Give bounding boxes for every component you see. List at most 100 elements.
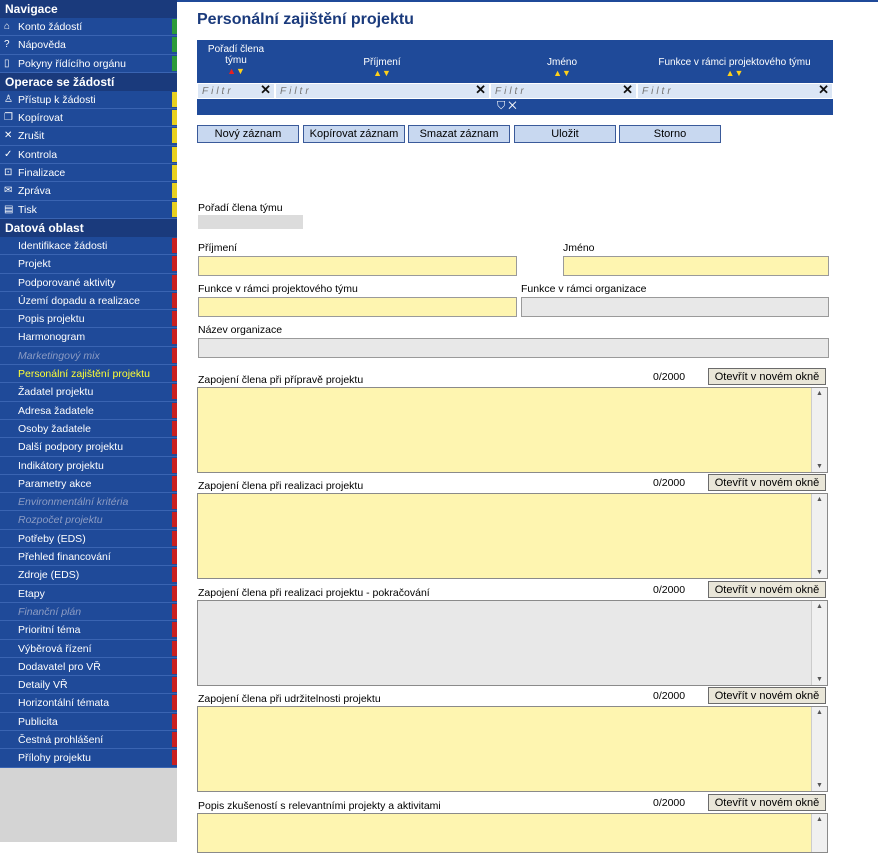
sidebar-item-label: Přístup k žádosti bbox=[18, 93, 96, 106]
sort-asc-icon[interactable]: ▲ bbox=[726, 68, 735, 78]
scroll-down-icon[interactable]: ▼ bbox=[816, 782, 823, 789]
data-list: Identifikace žádosti Projekt Podporované a… bbox=[0, 236, 177, 768]
clear-filter-icon[interactable]: ✕ bbox=[818, 82, 829, 98]
sidebar-item-kontrola[interactable]: ✓ Kontrola bbox=[0, 145, 177, 165]
home-icon: ⌂ bbox=[4, 21, 11, 32]
sidebar-item-personalni-zajisteni-projektu[interactable]: Personální zajištění projektu bbox=[0, 365, 177, 384]
sidebar-item-pokyny-ridiciho-organu[interactable]: ▯ Pokyny řídícího orgánu bbox=[0, 54, 177, 73]
sidebar-item-prilohy-projektu[interactable]: Přílohy projektu bbox=[0, 749, 177, 768]
textarea-zapojeni-clena-pri-realizaci-projektu[interactable]: ▲ ▼ bbox=[197, 493, 828, 579]
column-header-poradi[interactable]: Pořadí člena týmu ▲▼ bbox=[197, 44, 275, 77]
sidebar-item-uzemi-dopadu-a-realizace[interactable]: Území dopadu a realizace bbox=[0, 291, 177, 311]
sidebar-item-dodavatel-pro-vr[interactable]: Dodavatel pro VŘ bbox=[0, 657, 177, 677]
textarea-popis-zkusenosti-s-relevantnimi-projekty-a-aktivitami[interactable]: ▲ bbox=[197, 813, 828, 853]
clear-filter-icon[interactable]: ✕ bbox=[260, 82, 271, 98]
sidebar-item-potreby-eds[interactable]: Potřeby (EDS) bbox=[0, 529, 177, 549]
sidebar-item-podporovane-aktivity[interactable]: Podporované aktivity bbox=[0, 273, 177, 292]
clear-filter-icon[interactable]: ✕ bbox=[622, 82, 633, 98]
scroll-down-icon[interactable]: ▼ bbox=[816, 569, 823, 576]
sidebar-item-label: Finanční plán bbox=[18, 605, 82, 618]
sidebar: Navigace ⌂ Konto žádostí? Nápověda ▯ Pokyny … bbox=[0, 0, 177, 842]
sort-asc-icon[interactable]: ▲ bbox=[553, 68, 562, 78]
save-button[interactable]: Uložit bbox=[514, 125, 616, 143]
sidebar-item-label: Osoby žadatele bbox=[18, 422, 91, 435]
sidebar-item-identifikace-zadosti[interactable]: Identifikace žádosti bbox=[0, 236, 177, 256]
sidebar-item-harmonogram[interactable]: Harmonogram bbox=[0, 328, 177, 347]
filter-input[interactable] bbox=[493, 85, 622, 98]
sidebar-item-zdroje-eds[interactable]: Zdroje (EDS) bbox=[0, 566, 177, 585]
sidebar-item-indikatory-projektu[interactable]: Indikátory projektu bbox=[0, 456, 177, 475]
sidebar-item-zrusit[interactable]: ✕ Zrušit bbox=[0, 127, 177, 146]
open-in-new-window-button[interactable]: Otevřít v novém okně bbox=[708, 794, 826, 811]
clear-filter-icon[interactable]: ✕ bbox=[475, 82, 486, 98]
funkce-tym-input[interactable] bbox=[198, 297, 517, 317]
textarea-label: Zapojení člena při realizaci projektu - … bbox=[198, 587, 430, 599]
sidebar-item-label: Podporované aktivity bbox=[18, 276, 116, 289]
user-icon: ♙ bbox=[4, 93, 13, 105]
sort-desc-icon[interactable]: ▼ bbox=[735, 68, 744, 78]
cancel-button[interactable]: Storno bbox=[619, 125, 721, 143]
scroll-up-icon[interactable]: ▲ bbox=[816, 816, 823, 823]
sidebar-item-detaily-vr[interactable]: Detaily VŘ bbox=[0, 676, 177, 695]
scrollbar[interactable]: ▲ ▼ bbox=[811, 601, 827, 685]
sidebar-item-prioritni-tema[interactable]: Prioritní téma bbox=[0, 621, 177, 640]
column-header-funkce[interactable]: Funkce v rámci projektového týmu ▲▼ bbox=[642, 57, 827, 79]
sort-asc-icon[interactable]: ▲ bbox=[373, 68, 382, 78]
print-icon: ▤ bbox=[4, 203, 14, 215]
column-header-prijmeni[interactable]: Příjmení ▲▼ bbox=[337, 57, 427, 79]
sidebar-item-osoby-zadatele[interactable]: Osoby žadatele bbox=[0, 419, 177, 439]
sidebar-item-vyberova-rizeni[interactable]: Výběrová řízení bbox=[0, 639, 177, 658]
filter-input[interactable] bbox=[640, 85, 818, 98]
scrollbar[interactable]: ▲ bbox=[811, 814, 827, 852]
sort-desc-icon[interactable]: ▼ bbox=[562, 68, 571, 78]
sidebar-item-etapy[interactable]: Etapy bbox=[0, 584, 177, 603]
sidebar-item-zadatel-projektu[interactable]: Žadatel projektu bbox=[0, 383, 177, 402]
sidebar-item-parametry-akce[interactable]: Parametry akce bbox=[0, 474, 177, 494]
scroll-up-icon[interactable]: ▲ bbox=[816, 496, 823, 503]
sidebar-item-tisk[interactable]: ▤ Tisk bbox=[0, 200, 177, 219]
filter-input[interactable] bbox=[278, 85, 475, 98]
jmeno-input[interactable] bbox=[563, 256, 829, 276]
scrollbar[interactable]: ▲ ▼ bbox=[811, 707, 827, 791]
sidebar-item-zprava[interactable]: ✉ Zpráva bbox=[0, 182, 177, 201]
ops-section-header: Operace se žádostí bbox=[0, 72, 177, 91]
textarea-zapojeni-clena-pri-udrzitelnosti-projektu[interactable]: ▲ ▼ bbox=[197, 706, 828, 792]
scrollbar[interactable]: ▲ ▼ bbox=[811, 494, 827, 578]
sidebar-item-prehled-financovani[interactable]: Přehled financování bbox=[0, 548, 177, 567]
sidebar-item-label: Zrušit bbox=[18, 130, 45, 143]
sidebar-item-dalsi-podpory-projektu[interactable]: Další podpory projektu bbox=[0, 438, 177, 457]
open-in-new-window-button[interactable]: Otevřít v novém okně bbox=[708, 368, 826, 385]
scrollbar[interactable]: ▲ ▼ bbox=[811, 388, 827, 472]
scroll-up-icon[interactable]: ▲ bbox=[816, 709, 823, 716]
sort-asc-icon[interactable]: ▲ bbox=[227, 66, 236, 76]
sidebar-item-kopirovat[interactable]: ❐ Kopírovat bbox=[0, 109, 177, 128]
copy-record-button[interactable]: Kopírovat záznam bbox=[303, 125, 405, 143]
sidebar-item-cestna-prohlaseni[interactable]: Čestná prohlášení bbox=[0, 730, 177, 750]
scroll-down-icon[interactable]: ▼ bbox=[816, 463, 823, 470]
filter-input[interactable] bbox=[200, 85, 260, 98]
open-in-new-window-button[interactable]: Otevřít v novém okně bbox=[708, 687, 826, 704]
sidebar-item-konto-zadosti[interactable]: ⌂ Konto žádostí bbox=[0, 18, 177, 37]
filter-apply-icon[interactable]: ⛉ ✕ bbox=[497, 100, 517, 113]
open-in-new-window-button[interactable]: Otevřít v novém okně bbox=[708, 474, 826, 491]
open-in-new-window-button[interactable]: Otevřít v novém okně bbox=[708, 581, 826, 598]
scroll-down-icon[interactable]: ▼ bbox=[816, 676, 823, 683]
delete-record-button[interactable]: Smazat záznam bbox=[408, 125, 510, 143]
column-header-jmeno[interactable]: Jméno ▲▼ bbox=[517, 57, 607, 79]
new-record-button[interactable]: Nový záznam bbox=[197, 125, 299, 143]
textarea-label: Zapojení člena při přípravě projektu bbox=[198, 374, 364, 386]
prijmeni-input[interactable] bbox=[198, 256, 517, 276]
scroll-up-icon[interactable]: ▲ bbox=[816, 390, 823, 397]
sidebar-item-popis-projektu[interactable]: Popis projektu bbox=[0, 310, 177, 329]
sidebar-item-adresa-zadatele[interactable]: Adresa žadatele bbox=[0, 401, 177, 420]
sidebar-item-projekt[interactable]: Projekt bbox=[0, 255, 177, 274]
sidebar-item-pristup-k-zadosti[interactable]: ♙ Přístup k žádosti bbox=[0, 90, 177, 110]
sort-desc-icon[interactable]: ▼ bbox=[382, 68, 391, 78]
textarea-zapojeni-clena-pri-priprave-projektu[interactable]: ▲ ▼ bbox=[197, 387, 828, 473]
sidebar-item-finalizace[interactable]: ⊡ Finalizace bbox=[0, 164, 177, 183]
sidebar-item-napoveda[interactable]: ? Nápověda bbox=[0, 36, 177, 55]
sort-desc-icon[interactable]: ▼ bbox=[236, 66, 245, 76]
scroll-up-icon[interactable]: ▲ bbox=[816, 603, 823, 610]
sidebar-item-publicita[interactable]: Publicita bbox=[0, 712, 177, 731]
sidebar-item-horizontalni-temata[interactable]: Horizontální témata bbox=[0, 694, 177, 713]
